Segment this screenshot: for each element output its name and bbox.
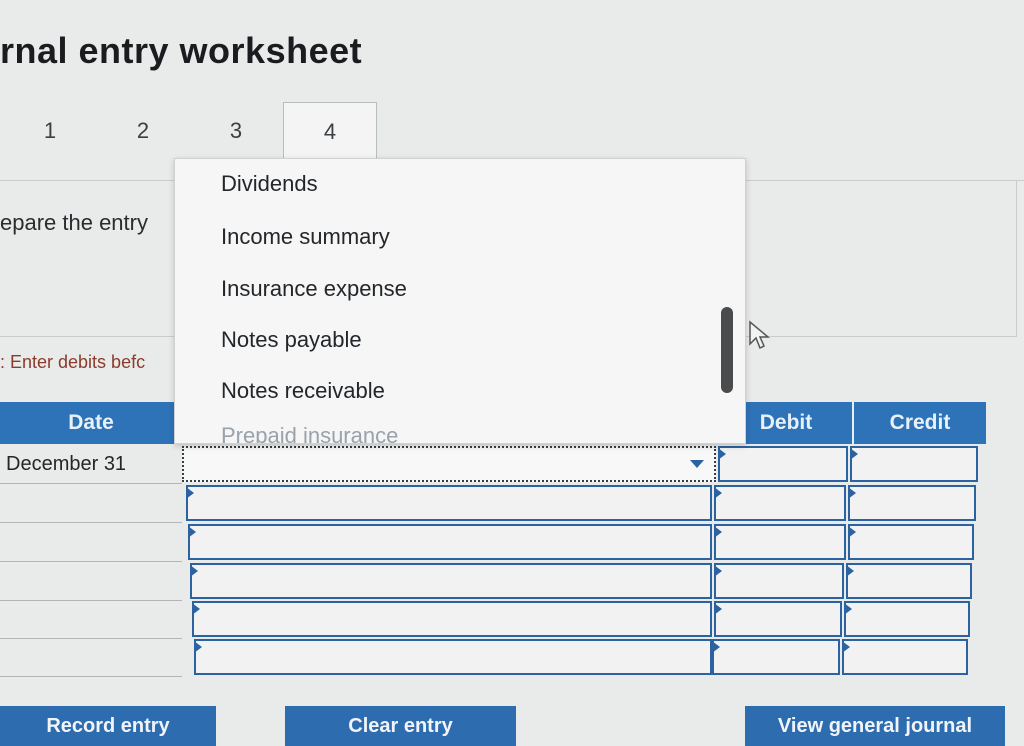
credit-input[interactable] — [848, 524, 974, 560]
credit-input[interactable] — [846, 563, 972, 599]
clear-entry-button[interactable]: Clear entry — [285, 706, 516, 746]
header-credit: Credit — [852, 402, 986, 444]
account-select[interactable] — [182, 446, 716, 482]
tab-4[interactable]: 4 — [283, 102, 377, 161]
step-tabs: 1 2 3 4 — [0, 102, 1024, 162]
debit-input[interactable] — [712, 639, 840, 675]
mouse-pointer-icon — [749, 320, 770, 350]
debit-input[interactable] — [714, 524, 846, 560]
chevron-down-icon[interactable] — [690, 460, 704, 468]
row-marker-icon — [714, 487, 722, 499]
date-cell — [0, 563, 182, 601]
debit-input[interactable] — [714, 485, 846, 521]
dropdown-option[interactable]: Dividends — [221, 171, 318, 197]
tab-2[interactable]: 2 — [97, 102, 189, 160]
tab-3[interactable]: 3 — [190, 102, 282, 160]
note-text: : Enter debits befc — [0, 352, 146, 372]
page-title: rnal entry worksheet — [0, 30, 363, 71]
debit-input[interactable] — [714, 563, 844, 599]
row-marker-icon — [714, 526, 722, 538]
dropdown-scrollbar[interactable] — [721, 307, 733, 393]
row-marker-icon — [186, 487, 194, 499]
dropdown-option[interactable]: Notes receivable — [221, 378, 385, 404]
account-dropdown: Dividends Income summary Insurance expen… — [174, 158, 746, 444]
row-marker-icon — [848, 526, 856, 538]
row-marker-icon — [718, 448, 726, 460]
row-marker-icon — [850, 448, 858, 460]
date-cell: December 31 — [0, 446, 182, 484]
view-general-journal-button[interactable]: View general journal — [745, 706, 1005, 746]
debit-input[interactable] — [714, 601, 842, 637]
row-marker-icon — [714, 565, 722, 577]
row-marker-icon — [846, 565, 854, 577]
row-marker-icon — [194, 641, 202, 653]
credit-input[interactable] — [848, 485, 976, 521]
date-cell — [0, 524, 182, 562]
row-marker-icon — [190, 565, 198, 577]
dropdown-option[interactable]: Insurance expense — [221, 276, 407, 302]
row-marker-icon — [848, 487, 856, 499]
account-input[interactable] — [194, 639, 712, 675]
credit-input[interactable] — [844, 601, 970, 637]
credit-input[interactable] — [850, 446, 978, 482]
account-input[interactable] — [188, 524, 712, 560]
dropdown-option[interactable]: Prepaid insurance — [221, 423, 398, 443]
dropdown-option[interactable]: Income summary — [221, 224, 390, 250]
instruction-text: epare the entry — [0, 210, 148, 235]
header-date: Date — [0, 402, 182, 444]
account-input[interactable] — [192, 601, 712, 637]
row-marker-icon — [188, 526, 196, 538]
debit-input[interactable] — [718, 446, 848, 482]
row-marker-icon — [712, 641, 720, 653]
row-marker-icon — [714, 603, 722, 615]
account-input[interactable] — [186, 485, 712, 521]
tab-1[interactable]: 1 — [4, 102, 96, 160]
record-entry-button[interactable]: Record entry — [0, 706, 216, 746]
date-cell — [0, 639, 182, 677]
row-marker-icon — [842, 641, 850, 653]
date-cell — [0, 601, 182, 639]
date-cell — [0, 485, 182, 523]
row-marker-icon — [192, 603, 200, 615]
account-input[interactable] — [190, 563, 712, 599]
row-marker-icon — [844, 603, 852, 615]
dropdown-option[interactable]: Notes payable — [221, 327, 362, 353]
credit-input[interactable] — [842, 639, 968, 675]
